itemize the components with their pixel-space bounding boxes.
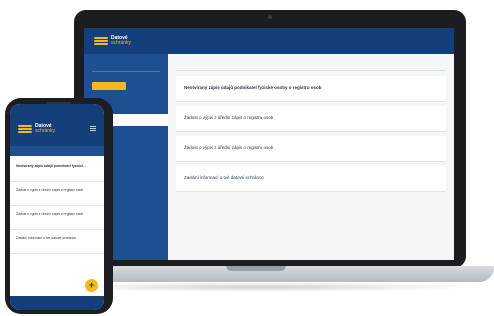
- phone-bottom-bar[interactable]: [10, 296, 104, 310]
- phone-account-bar: [10, 146, 104, 156]
- list-item[interactable]: Zaslání informací o tvé datové schránce: [10, 230, 104, 254]
- sidebar-search-field[interactable]: [92, 64, 160, 72]
- message-subject: Žádost o výpis z úřední zápis o registru…: [16, 188, 84, 192]
- datove-schranky-logo-icon: [18, 124, 32, 134]
- list-item[interactable]: Žádost o výpis z úřední zápis o registru…: [10, 206, 104, 230]
- message-row[interactable]: Žádost o výpis z úřední zápis o registru…: [176, 106, 446, 132]
- phone-footer-row: +: [10, 276, 104, 294]
- laptop-app-header: Datové schránky: [84, 28, 454, 54]
- message-subject: Zaslání informací o tvé datové schránce: [16, 236, 77, 240]
- brand-logo[interactable]: Datové schránky: [84, 28, 140, 54]
- phone-screen: Datové schránky Neotvíraný zápis údajů p…: [10, 104, 104, 310]
- camera-icon: [268, 15, 272, 19]
- brand-name: Datové schránky: [35, 124, 55, 134]
- message-subject: Neotvíraný zápis údajů podnikatel fyzick…: [16, 164, 86, 168]
- list-toolbar: [176, 62, 446, 71]
- datove-schranky-logo-icon: [94, 36, 108, 46]
- message-row[interactable]: Žádost o výpis z úřední zápis o registru…: [176, 136, 446, 162]
- laptop-screen: Datové schránky Neotvíraný zápis údajů p…: [84, 28, 454, 260]
- message-row[interactable]: Zaslání informací o tvé datové schránce: [176, 166, 446, 192]
- brand-name-line2: schránky: [111, 40, 132, 46]
- message-subject: Žádost o výpis z úřední zápis o registru…: [184, 115, 274, 120]
- brand-logo[interactable]: Datové schránky: [18, 124, 55, 134]
- message-subject: Zaslání informací o tvé datové schránce: [184, 175, 264, 180]
- laptop-notch: [226, 266, 286, 271]
- brand-name: Datové schránky: [111, 36, 131, 46]
- hamburger-menu-icon[interactable]: [90, 126, 96, 131]
- message-row[interactable]: Neotvíraný zápis údajů podnikatel fyzick…: [176, 76, 446, 102]
- phone-app-header: Datové schránky: [10, 104, 104, 146]
- list-item[interactable]: Neotvíraný zápis údajů podnikatel fyzick…: [10, 158, 104, 182]
- new-message-button[interactable]: [92, 82, 126, 90]
- list-item[interactable]: Žádost o výpis z úřední zápis o registru…: [10, 182, 104, 206]
- plus-icon[interactable]: +: [85, 278, 98, 292]
- phone-message-list: Neotvíraný zápis údajů podnikatel fyzick…: [10, 158, 104, 254]
- message-subject: Žádost o výpis z úřední zápis o registru…: [184, 145, 274, 150]
- message-subject: Neotvíraný zápis údajů podnikatel fyzick…: [184, 85, 322, 90]
- message-list-pane: Neotvíraný zápis údajů podnikatel fyzick…: [168, 54, 454, 260]
- brand-name-line2: schránky: [35, 128, 56, 134]
- message-subject: Žádost o výpis z úřední zápis o registru…: [16, 212, 84, 216]
